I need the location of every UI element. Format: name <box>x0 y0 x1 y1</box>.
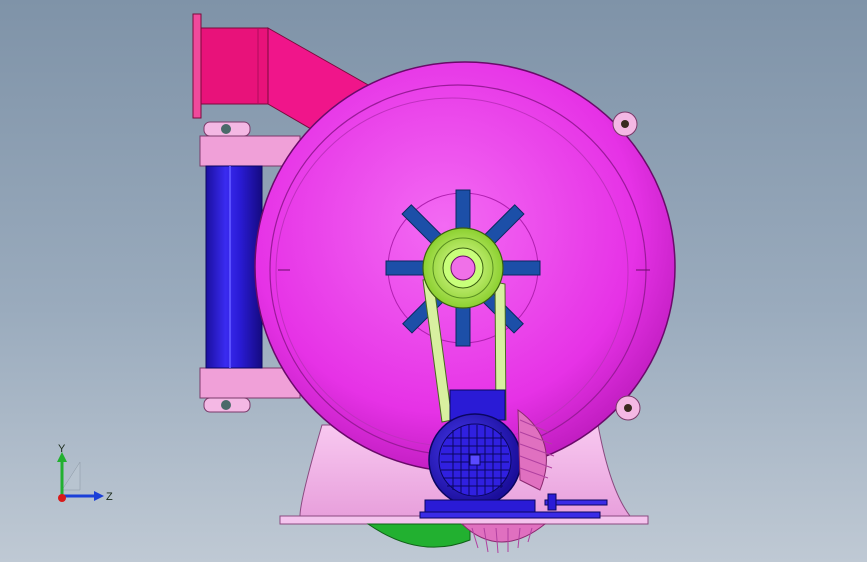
pulley[interactable] <box>422 227 504 309</box>
green-wheel[interactable] <box>366 523 471 548</box>
y-axis-label: Y <box>58 443 66 455</box>
mount-lug-bottom[interactable] <box>615 395 641 421</box>
machine-model[interactable] <box>0 0 867 562</box>
brush-roller-bottom[interactable] <box>460 523 547 554</box>
z-axis-label: Z <box>106 491 113 503</box>
z-axis-arrow <box>94 491 104 501</box>
mount-lug-top[interactable] <box>612 111 638 137</box>
axis-triad: Y Z <box>57 443 113 503</box>
cad-viewport[interactable]: Y Z <box>0 0 867 562</box>
x-axis-dot <box>58 494 66 502</box>
triad-plane <box>61 461 81 491</box>
